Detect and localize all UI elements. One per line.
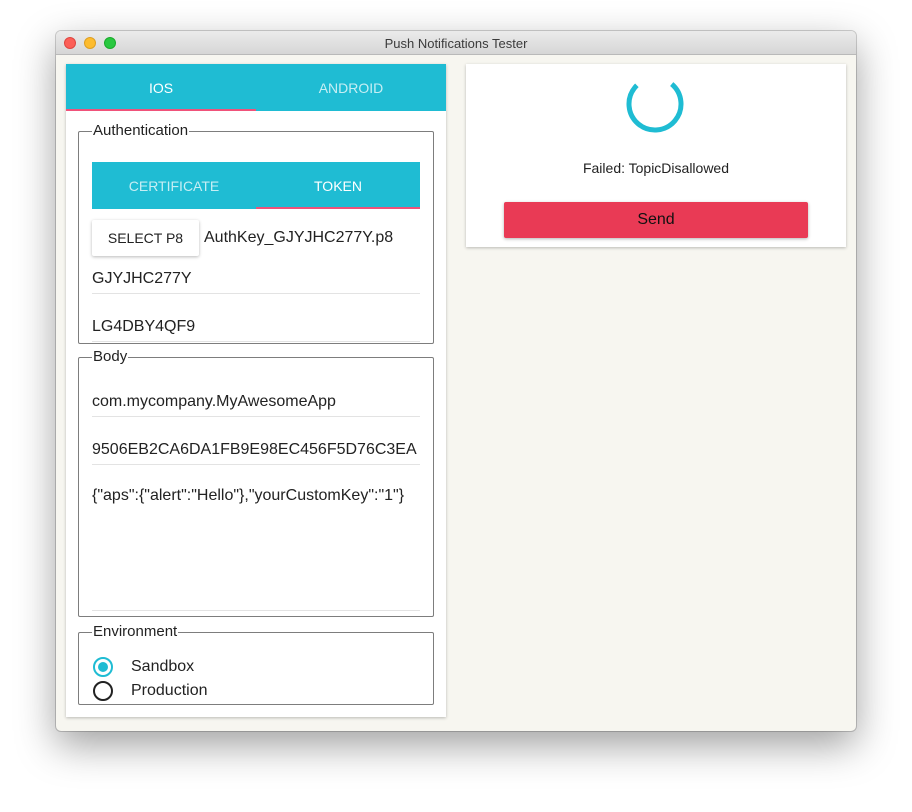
platform-tabs: IOS ANDROID	[66, 64, 446, 111]
window-title: Push Notifications Tester	[384, 36, 528, 51]
radio-option-production[interactable]: Production	[93, 680, 208, 702]
loading-spinner-icon	[626, 75, 684, 133]
send-panel: Failed: TopicDisallowed Send	[466, 64, 846, 247]
selected-file-name: AuthKey_GJYJHC277Y.p8	[204, 229, 394, 246]
tab-certificate[interactable]: CERTIFICATE	[92, 162, 256, 209]
tab-token[interactable]: TOKEN	[256, 162, 420, 209]
key-id-field[interactable]: GJYJHC277Y	[92, 264, 420, 294]
environment-group: Environment Sandbox Production	[78, 624, 434, 705]
body-legend: Body	[93, 348, 128, 365]
radio-label-production: Production	[131, 682, 208, 699]
radio-production[interactable]	[93, 681, 113, 701]
title-bar[interactable]: Push Notifications Tester	[56, 31, 856, 55]
bundle-id-field[interactable]: com.mycompany.MyAwesomeApp	[92, 387, 420, 417]
authentication-group: Authentication CERTIFICATE TOKEN SELECT …	[78, 123, 434, 344]
send-button[interactable]: Send	[504, 202, 808, 238]
auth-method-tabs: CERTIFICATE TOKEN	[92, 162, 420, 209]
status-message: Failed: TopicDisallowed	[582, 160, 730, 176]
radio-option-sandbox[interactable]: Sandbox	[93, 656, 194, 678]
radio-label-sandbox: Sandbox	[131, 658, 195, 675]
select-p8-button[interactable]: SELECT P8	[92, 220, 199, 256]
authentication-legend: Authentication	[93, 122, 189, 139]
config-panel: IOS ANDROID Authentication CERTIFICATE T…	[66, 64, 446, 717]
payload-field[interactable]: {"aps":{"alert":"Hello"},"yourCustomKey"…	[92, 485, 420, 611]
environment-legend: Environment	[93, 623, 178, 640]
tab-android[interactable]: ANDROID	[256, 64, 446, 111]
radio-sandbox[interactable]	[93, 657, 113, 677]
device-token-field[interactable]: 9506EB2CA6DA1FB9E98EC456F5D76C3EA	[92, 435, 420, 465]
app-window: Push Notifications Tester IOS ANDROID Au…	[56, 31, 856, 731]
team-id-field[interactable]: LG4DBY4QF9	[92, 312, 420, 342]
body-group: Body com.mycompany.MyAwesomeApp 9506EB2C…	[78, 349, 434, 617]
tab-ios[interactable]: IOS	[66, 64, 256, 111]
